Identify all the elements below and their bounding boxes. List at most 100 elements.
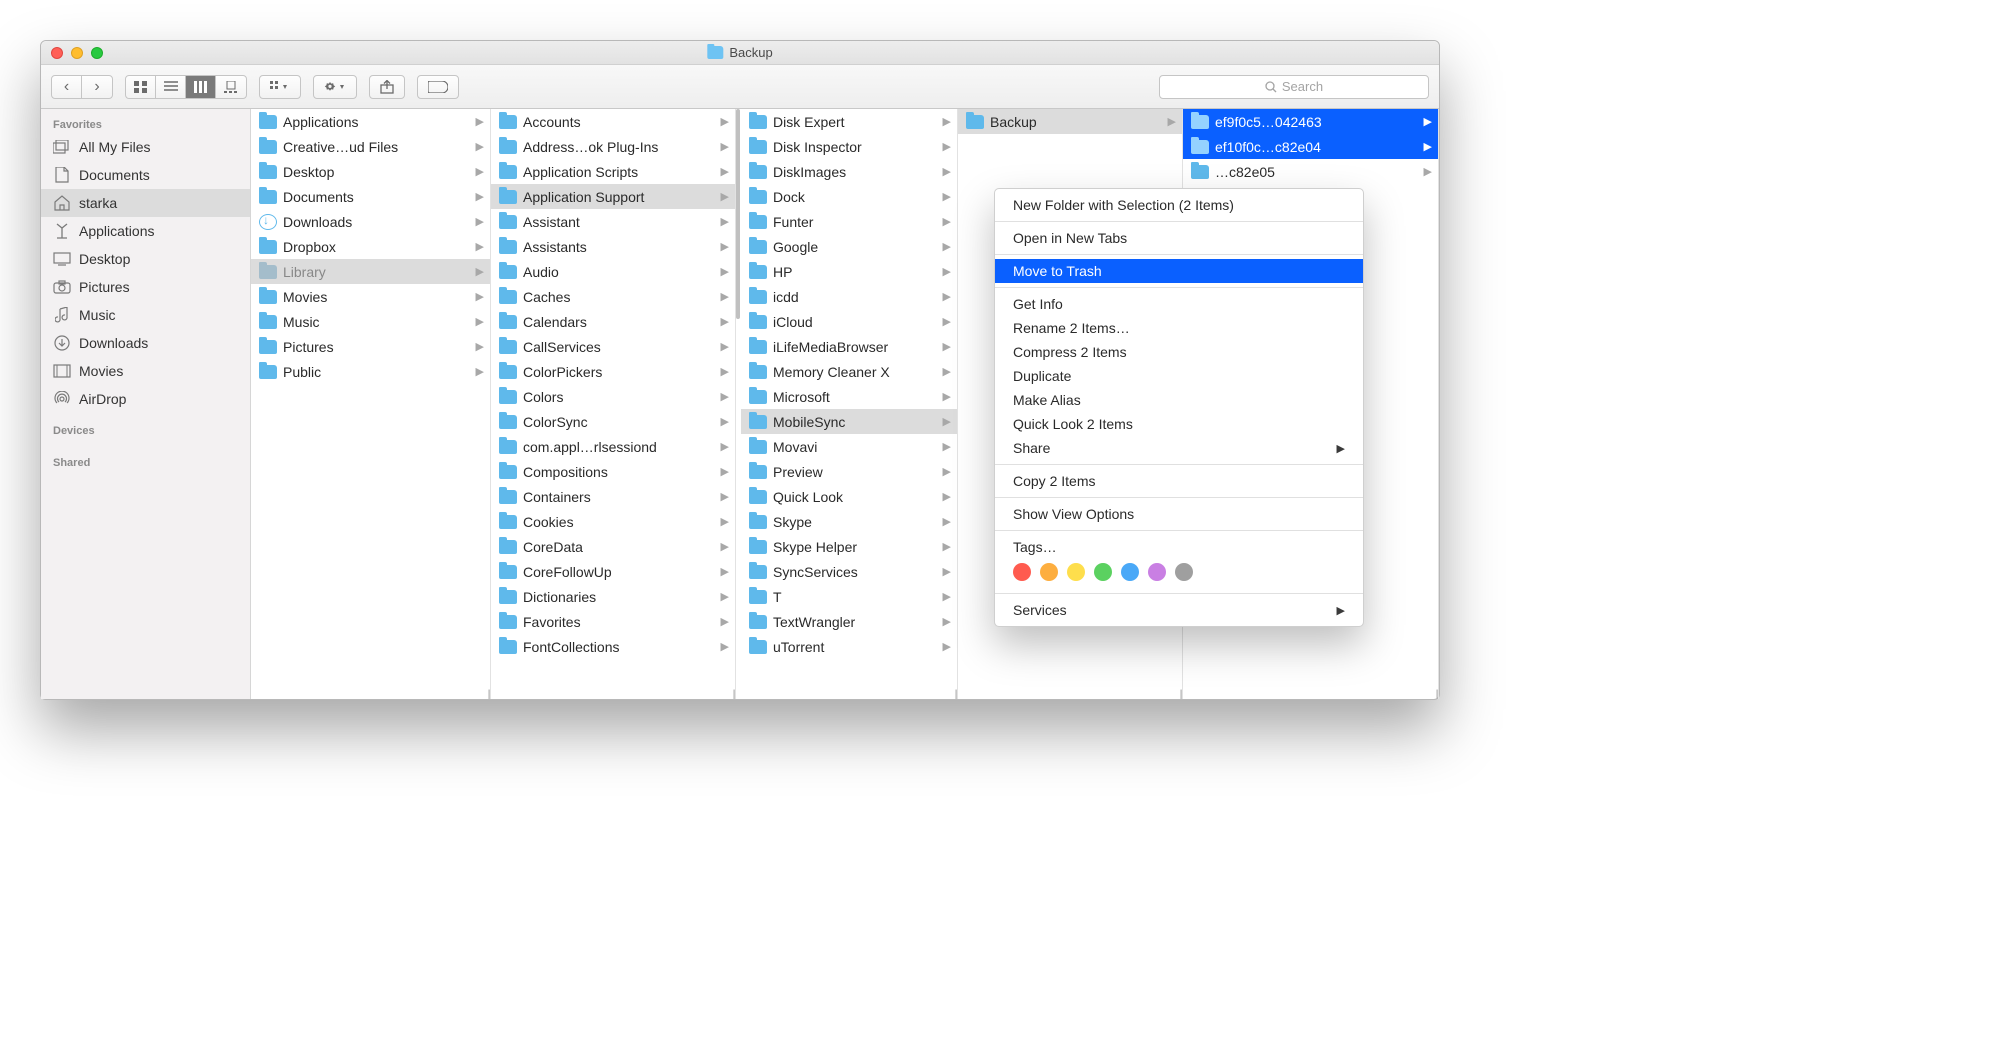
list-item[interactable]: ef9f0c5…042463▶ (1183, 109, 1438, 134)
forward-button[interactable]: › (82, 76, 112, 98)
sidebar-item-documents[interactable]: Documents (41, 161, 250, 189)
list-item[interactable]: TextWrangler▶ (741, 609, 957, 634)
list-item[interactable]: …c82e05▶ (1183, 159, 1438, 184)
list-item[interactable]: CallServices▶ (491, 334, 735, 359)
sidebar-item-all-my-files[interactable]: All My Files (41, 133, 250, 161)
sidebar-item-downloads[interactable]: Downloads (41, 329, 250, 357)
list-item[interactable]: com.appl…rlsessiond▶ (491, 434, 735, 459)
sidebar-item-music[interactable]: Music (41, 301, 250, 329)
list-item[interactable]: iCloud▶ (741, 309, 957, 334)
tag-color[interactable] (1148, 563, 1166, 581)
list-item[interactable]: Creative…ud Files▶ (251, 134, 490, 159)
tag-color[interactable] (1067, 563, 1085, 581)
icon-view-button[interactable] (126, 76, 156, 98)
list-item[interactable]: Skype Helper▶ (741, 534, 957, 559)
ctx-duplicate[interactable]: Duplicate (995, 364, 1363, 388)
scrollbar[interactable] (736, 109, 740, 319)
list-item[interactable]: Favorites▶ (491, 609, 735, 634)
list-item[interactable]: Applications▶ (251, 109, 490, 134)
list-item[interactable]: HP▶ (741, 259, 957, 284)
ctx-rename[interactable]: Rename 2 Items… (995, 316, 1363, 340)
list-item[interactable]: Disk Expert▶ (741, 109, 957, 134)
list-item[interactable]: Microsoft▶ (741, 384, 957, 409)
list-item[interactable]: ColorSync▶ (491, 409, 735, 434)
ctx-move-to-trash[interactable]: Move to Trash (995, 259, 1363, 283)
tag-color[interactable] (1175, 563, 1193, 581)
tag-color[interactable] (1094, 563, 1112, 581)
list-item[interactable]: Skype▶ (741, 509, 957, 534)
list-item[interactable]: CoreFollowUp▶ (491, 559, 735, 584)
list-item[interactable]: Movies▶ (251, 284, 490, 309)
ctx-services[interactable]: Services▶ (995, 598, 1363, 622)
search-field[interactable]: Search (1159, 75, 1429, 99)
list-item[interactable]: ef10f0c…c82e04▶ (1183, 134, 1438, 159)
sidebar-item-airdrop[interactable]: AirDrop (41, 385, 250, 413)
ctx-make-alias[interactable]: Make Alias (995, 388, 1363, 412)
minimize-button[interactable] (71, 47, 83, 59)
back-button[interactable]: ‹ (52, 76, 82, 98)
list-item[interactable]: Pictures▶ (251, 334, 490, 359)
list-item[interactable]: Backup▶ (958, 109, 1182, 134)
list-item[interactable]: Downloads▶ (251, 209, 490, 234)
list-item[interactable]: Compositions▶ (491, 459, 735, 484)
close-button[interactable] (51, 47, 63, 59)
sidebar-item-movies[interactable]: Movies (41, 357, 250, 385)
list-item[interactable]: uTorrent▶ (741, 634, 957, 659)
list-item[interactable]: Dictionaries▶ (491, 584, 735, 609)
list-item[interactable]: CoreData▶ (491, 534, 735, 559)
list-item[interactable]: Audio▶ (491, 259, 735, 284)
list-item[interactable]: ColorPickers▶ (491, 359, 735, 384)
action-button[interactable] (313, 75, 357, 99)
tag-color[interactable] (1040, 563, 1058, 581)
list-view-button[interactable] (156, 76, 186, 98)
sidebar-item-pictures[interactable]: Pictures (41, 273, 250, 301)
list-item[interactable]: Application Support▶ (491, 184, 735, 209)
tag-color[interactable] (1013, 563, 1031, 581)
list-item[interactable]: Accounts▶ (491, 109, 735, 134)
ctx-quick-look[interactable]: Quick Look 2 Items (995, 412, 1363, 436)
list-item[interactable]: icdd▶ (741, 284, 957, 309)
list-item[interactable]: Assistant▶ (491, 209, 735, 234)
list-item[interactable]: Colors▶ (491, 384, 735, 409)
list-item[interactable]: Dropbox▶ (251, 234, 490, 259)
list-item[interactable]: Quick Look▶ (741, 484, 957, 509)
list-item[interactable]: Address…ok Plug-Ins▶ (491, 134, 735, 159)
list-item[interactable]: Cookies▶ (491, 509, 735, 534)
list-item[interactable]: Assistants▶ (491, 234, 735, 259)
list-item[interactable]: Application Scripts▶ (491, 159, 735, 184)
list-item[interactable]: Dock▶ (741, 184, 957, 209)
list-item[interactable]: Funter▶ (741, 209, 957, 234)
sidebar-item-applications[interactable]: Applications (41, 217, 250, 245)
column-view-button[interactable] (186, 76, 216, 98)
tag-button[interactable] (417, 75, 459, 99)
ctx-open-in-new-tabs[interactable]: Open in New Tabs (995, 226, 1363, 250)
ctx-tags[interactable]: Tags… (995, 535, 1363, 559)
ctx-new-folder[interactable]: New Folder with Selection (2 Items) (995, 193, 1363, 217)
share-button[interactable] (369, 75, 405, 99)
ctx-compress[interactable]: Compress 2 Items (995, 340, 1363, 364)
arrange-button[interactable] (259, 75, 301, 99)
list-item[interactable]: Documents▶ (251, 184, 490, 209)
list-item[interactable]: Desktop▶ (251, 159, 490, 184)
list-item[interactable]: Containers▶ (491, 484, 735, 509)
ctx-copy[interactable]: Copy 2 Items (995, 469, 1363, 493)
list-item[interactable]: Preview▶ (741, 459, 957, 484)
list-item[interactable]: Library▶ (251, 259, 490, 284)
list-item[interactable]: Movavi▶ (741, 434, 957, 459)
gallery-view-button[interactable] (216, 76, 246, 98)
ctx-show-view-options[interactable]: Show View Options (995, 502, 1363, 526)
ctx-get-info[interactable]: Get Info (995, 292, 1363, 316)
list-item[interactable]: Caches▶ (491, 284, 735, 309)
list-item[interactable]: iLifeMediaBrowser▶ (741, 334, 957, 359)
list-item[interactable]: SyncServices▶ (741, 559, 957, 584)
tag-color[interactable] (1121, 563, 1139, 581)
maximize-button[interactable] (91, 47, 103, 59)
list-item[interactable]: Public▶ (251, 359, 490, 384)
list-item[interactable]: Google▶ (741, 234, 957, 259)
list-item[interactable]: Music▶ (251, 309, 490, 334)
ctx-share[interactable]: Share▶ (995, 436, 1363, 460)
list-item[interactable]: T▶ (741, 584, 957, 609)
list-item[interactable]: Disk Inspector▶ (741, 134, 957, 159)
list-item[interactable]: Calendars▶ (491, 309, 735, 334)
list-item[interactable]: MobileSync▶ (741, 409, 957, 434)
